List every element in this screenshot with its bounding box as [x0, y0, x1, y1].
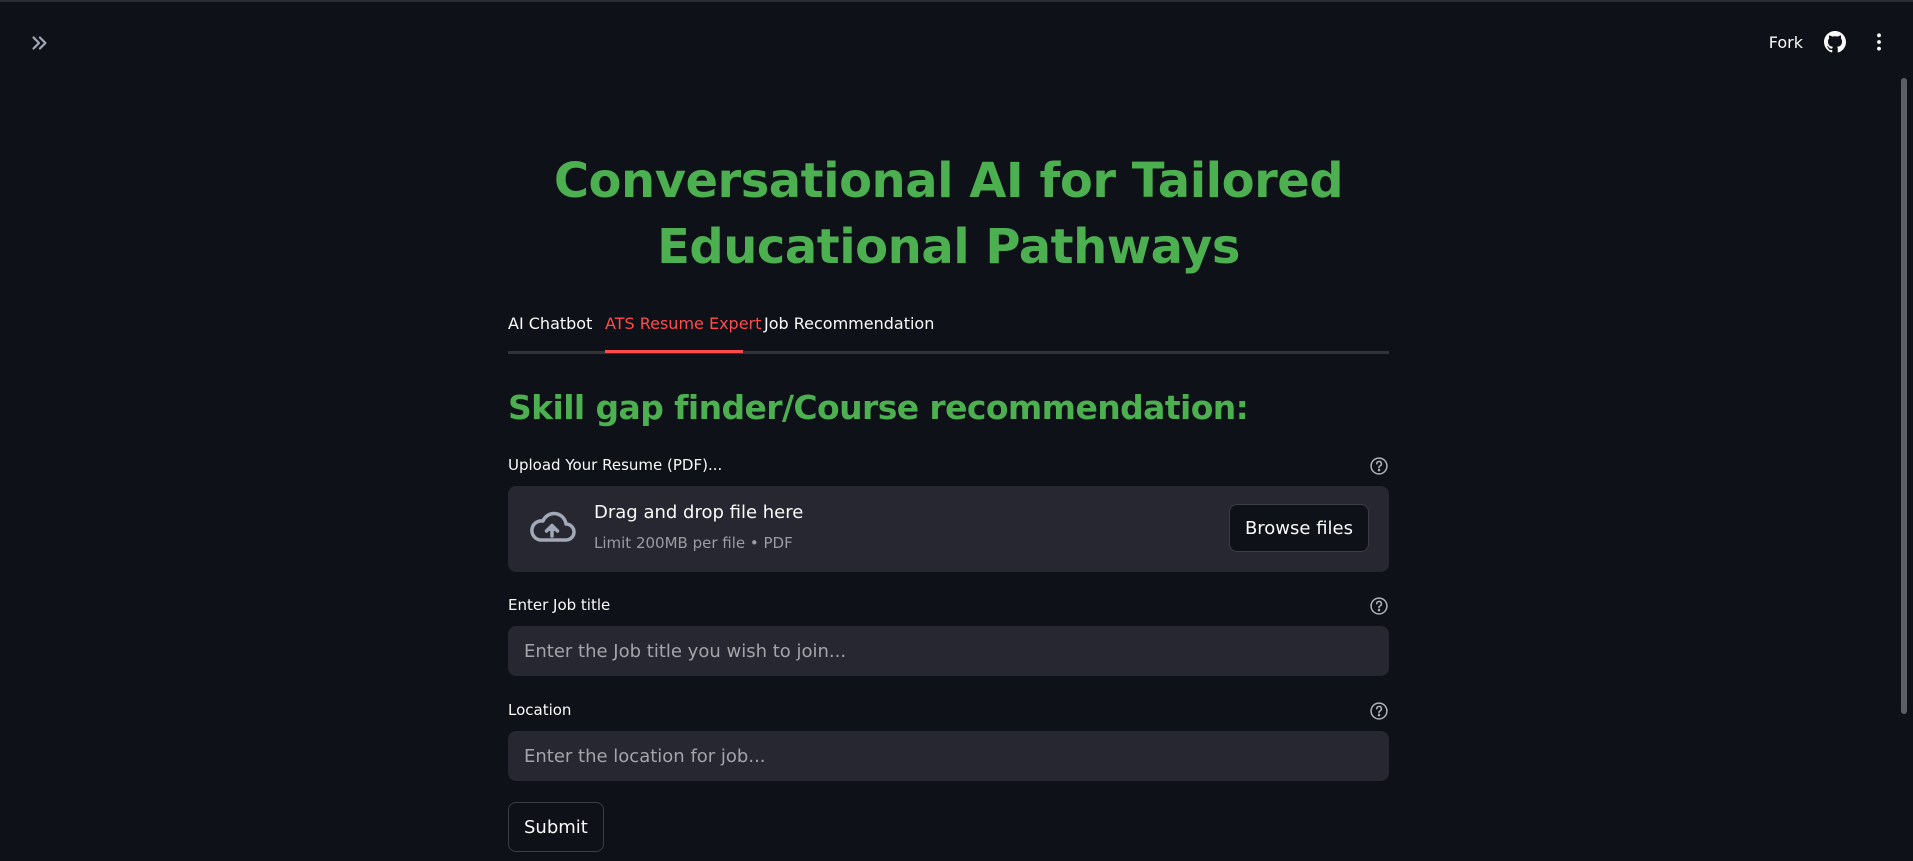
page-scrollbar[interactable]: [1901, 78, 1907, 714]
dropzone-instruction: Drag and drop file here: [594, 502, 804, 523]
tab-bar: AI Chatbot ATS Resume Expert Job Recomme…: [508, 310, 1389, 354]
tab-job-recommendation[interactable]: Job Recommendation: [764, 314, 934, 354]
job-title-input[interactable]: [508, 626, 1389, 676]
job-title-label: Enter Job title: [508, 596, 611, 614]
page-title: Conversational AI for Tailored Education…: [508, 148, 1389, 280]
page-title-line-1: Conversational AI for Tailored: [553, 153, 1344, 209]
toolbar-actions: Fork: [1769, 26, 1891, 58]
cloud-upload-icon: [530, 511, 576, 542]
browse-files-button[interactable]: Browse files: [1228, 504, 1369, 552]
fork-button[interactable]: Fork: [1769, 33, 1803, 52]
location-input[interactable]: [508, 731, 1389, 781]
submit-button[interactable]: Submit: [508, 802, 604, 852]
github-icon: [1824, 31, 1846, 53]
page-title-line-2: Educational Pathways: [657, 219, 1240, 275]
app-root: Fork Conversational AI for Tailored Educ…: [0, 0, 1913, 861]
vertical-dots-icon: [1877, 33, 1881, 51]
help-icon[interactable]: [1369, 701, 1389, 721]
file-dropzone[interactable]: Drag and drop file here Limit 200MB per …: [508, 486, 1389, 572]
section-heading: Skill gap finder/Course recommendation:: [508, 388, 1249, 427]
tab-ai-chatbot[interactable]: AI Chatbot: [508, 314, 592, 354]
expand-sidebar-button[interactable]: [24, 28, 54, 58]
resume-upload-label: Upload Your Resume (PDF)...: [508, 456, 723, 474]
location-label: Location: [508, 701, 572, 719]
github-button[interactable]: [1823, 30, 1847, 54]
double-chevron-right-icon: [32, 36, 47, 50]
dropzone-limit-text: Limit 200MB per file • PDF: [594, 534, 793, 552]
help-icon[interactable]: [1369, 596, 1389, 616]
tab-ats-resume-expert[interactable]: ATS Resume Expert: [605, 314, 761, 354]
active-tab-indicator: [605, 350, 743, 353]
help-icon[interactable]: [1369, 456, 1389, 476]
main-menu-button[interactable]: [1867, 30, 1891, 54]
